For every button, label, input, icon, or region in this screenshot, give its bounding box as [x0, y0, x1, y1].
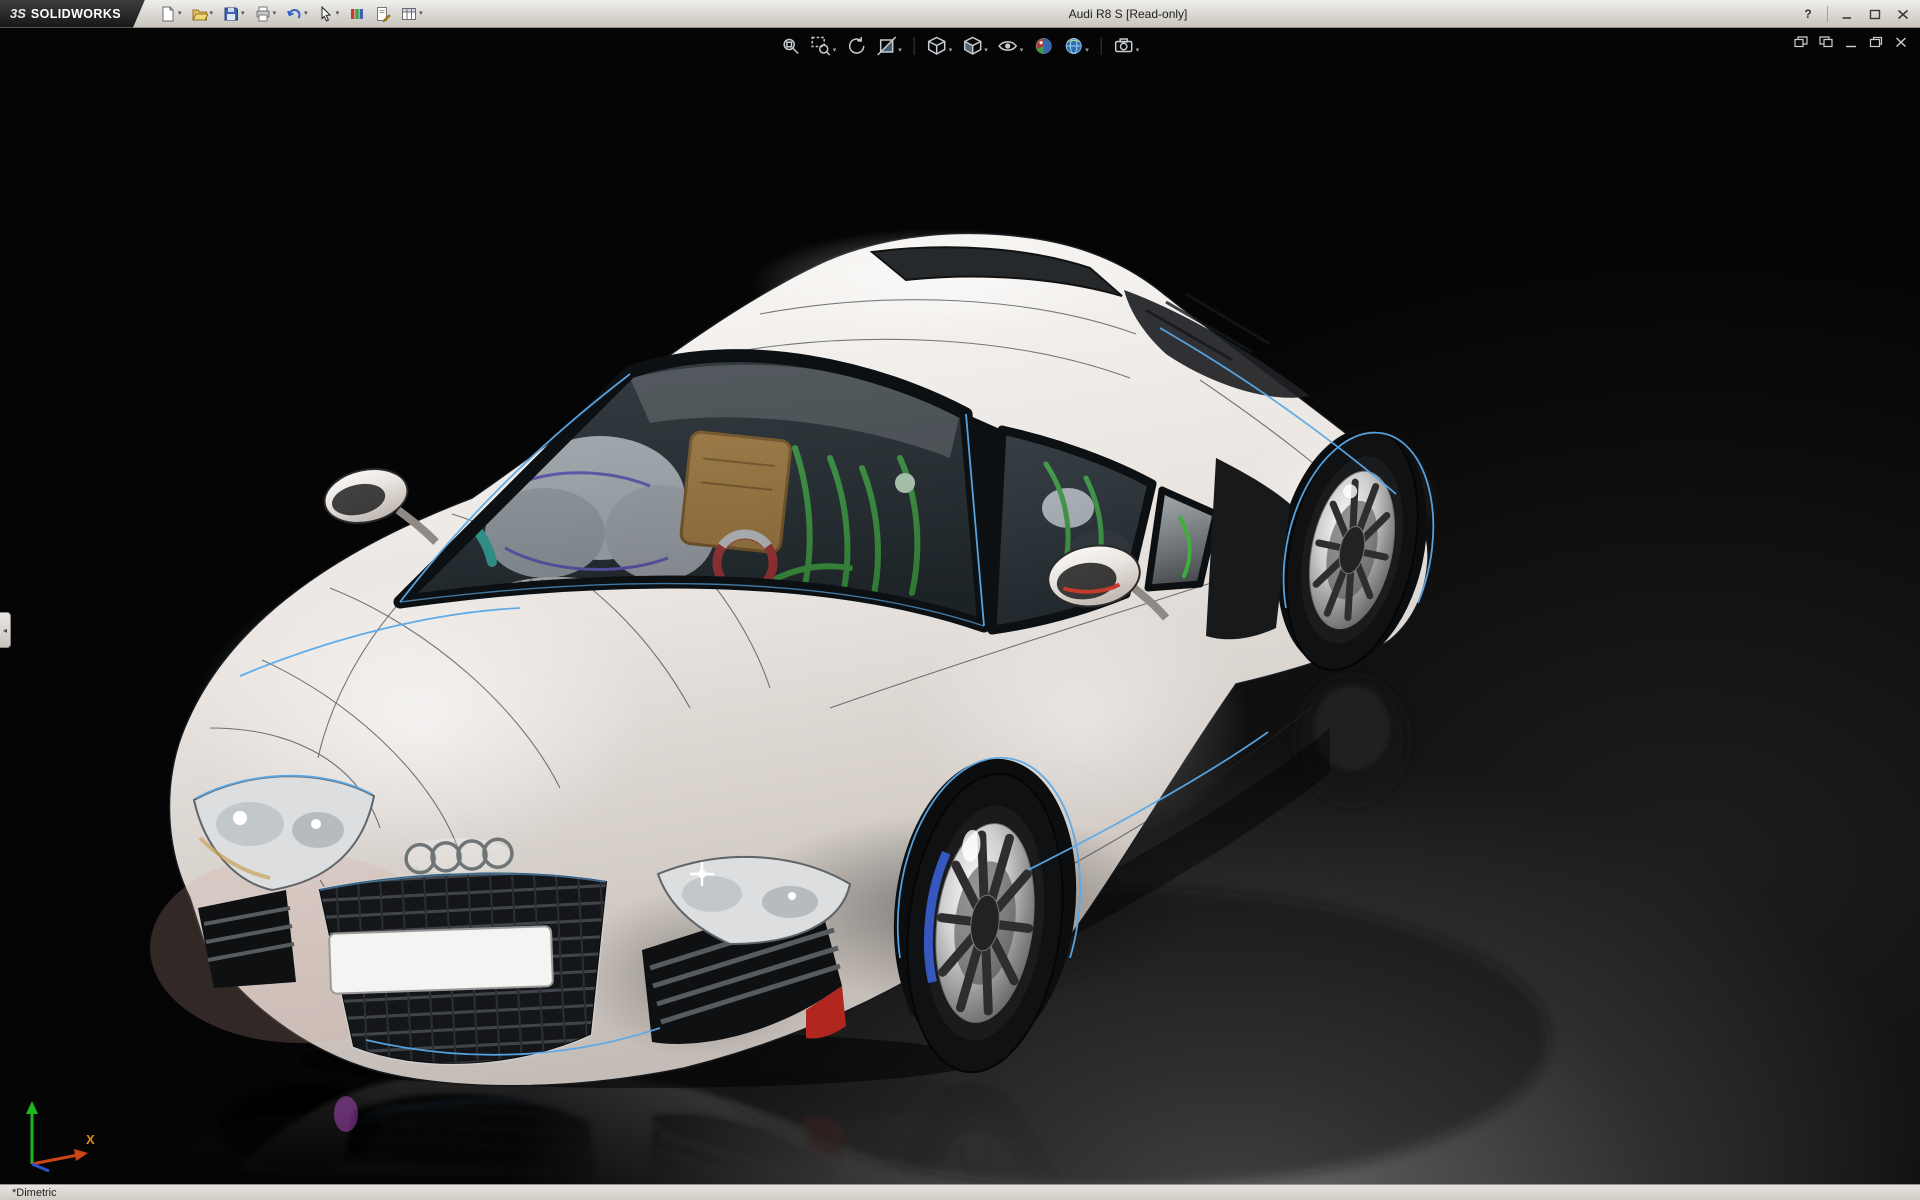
main-toolbar: ▾ ▾ ▾ ▾ ▾ ▾ ▾ — [157, 4, 426, 24]
minimize-document-icon — [1844, 36, 1858, 48]
color-swatches-button[interactable] — [346, 4, 368, 24]
dropdown-caret[interactable]: ▾ — [984, 46, 988, 56]
edit-appearance-button[interactable] — [1032, 35, 1054, 57]
dropdown-caret[interactable]: ▾ — [336, 10, 340, 17]
save-icon — [223, 6, 239, 22]
apply-scene-button[interactable]: ▾ — [1062, 35, 1090, 57]
document-window-controls — [1794, 36, 1908, 48]
next-window-button[interactable] — [1819, 36, 1833, 48]
open-document-button[interactable]: ▾ — [189, 4, 217, 24]
apply-scene-globe-icon — [1063, 36, 1083, 56]
undo-icon — [286, 6, 302, 22]
print-button[interactable]: ▾ — [252, 4, 280, 24]
file-properties-button[interactable] — [372, 4, 394, 24]
view-settings-camera-icon — [1114, 36, 1134, 56]
heads-up-view-toolbar: ▾ ▾ ▾ ▾ ▾ ▾ ▾ — [780, 35, 1141, 57]
featuremanager-flyout-tab[interactable]: ◂ — [0, 612, 11, 648]
maximize-icon — [1869, 9, 1881, 20]
options-button[interactable]: ▾ — [398, 4, 426, 24]
hide-show-eye-icon — [998, 36, 1018, 56]
solidworks-logo: 3S SOLIDWORKS — [0, 0, 145, 28]
select-button[interactable]: ▾ — [315, 4, 343, 24]
save-button[interactable]: ▾ — [220, 4, 248, 24]
dropdown-caret[interactable]: ▾ — [833, 46, 837, 56]
view-orientation-label: *Dimetric — [12, 1187, 57, 1199]
close-document-button[interactable] — [1894, 36, 1908, 48]
dropdown-caret[interactable]: ▾ — [241, 10, 245, 17]
status-bar: *Dimetric — [0, 1184, 1920, 1200]
zoom-to-area-icon — [811, 36, 831, 56]
zoom-to-fit-button[interactable] — [780, 35, 802, 57]
dropdown-caret[interactable]: ▾ — [419, 10, 423, 17]
dropdown-caret[interactable]: ▾ — [304, 10, 308, 17]
brand-prefix: 3S — [10, 6, 26, 21]
toolbar-separator — [914, 37, 915, 55]
dropdown-caret[interactable]: ▾ — [273, 10, 277, 17]
previous-window-icon — [1794, 36, 1808, 48]
close-document-icon — [1894, 36, 1908, 48]
dropdown-caret[interactable]: ▾ — [1085, 46, 1089, 56]
close-button[interactable] — [1894, 5, 1912, 23]
close-icon — [1897, 9, 1909, 20]
previous-view-button[interactable] — [845, 35, 867, 57]
zoom-to-area-button[interactable]: ▾ — [810, 35, 838, 57]
view-orientation-button[interactable]: ▾ — [926, 35, 954, 57]
previous-view-icon — [846, 36, 866, 56]
dropdown-caret[interactable]: ▾ — [898, 46, 902, 56]
document-title: Audi R8 S [Read-only] — [1069, 7, 1188, 21]
restore-document-button[interactable] — [1869, 36, 1883, 48]
next-window-icon — [1819, 36, 1833, 48]
zoom-to-fit-icon — [781, 36, 801, 56]
section-view-button[interactable]: ▾ — [875, 35, 903, 57]
help-button[interactable]: ? — [1799, 5, 1817, 23]
print-icon — [255, 6, 271, 22]
dropdown-caret[interactable]: ▾ — [1020, 46, 1024, 56]
display-style-icon — [962, 36, 982, 56]
select-cursor-icon — [318, 6, 334, 22]
dropdown-caret[interactable]: ▾ — [210, 10, 214, 17]
audi-r8-model-render[interactable] — [0, 28, 1920, 1184]
hide-show-items-button[interactable]: ▾ — [997, 35, 1025, 57]
model-viewport[interactable]: ▾ ▾ ▾ ▾ ▾ ▾ ▾ — [0, 28, 1920, 1184]
reference-triad: X — [16, 1092, 102, 1176]
separator — [1827, 6, 1828, 22]
section-view-icon — [876, 36, 896, 56]
triad-z-axis — [32, 1164, 49, 1171]
maximize-button[interactable] — [1866, 5, 1884, 23]
previous-window-button[interactable] — [1794, 36, 1808, 48]
file-properties-icon — [375, 6, 391, 22]
triad-x-label: X — [86, 1132, 95, 1147]
dropdown-caret[interactable]: ▾ — [1136, 46, 1140, 56]
help-icon: ? — [1804, 7, 1811, 21]
display-style-button[interactable]: ▾ — [961, 35, 989, 57]
new-document-button[interactable]: ▾ — [157, 4, 185, 24]
open-document-icon — [192, 6, 208, 22]
triad-x-axis — [32, 1155, 78, 1164]
undo-button[interactable]: ▾ — [283, 4, 311, 24]
dropdown-caret[interactable]: ▾ — [178, 10, 182, 17]
minimize-document-button[interactable] — [1844, 36, 1858, 48]
window-controls: ? — [1799, 0, 1912, 28]
minimize-button[interactable] — [1838, 5, 1856, 23]
titlebar: 3S SOLIDWORKS ▾ ▾ ▾ ▾ ▾ ▾ — [0, 0, 1920, 28]
view-orientation-cube-icon — [927, 36, 947, 56]
panel-collapse-icon: ◂ — [3, 626, 7, 635]
minimize-icon — [1841, 9, 1853, 20]
view-settings-button[interactable]: ▾ — [1113, 35, 1141, 57]
brand-name: SOLIDWORKS — [31, 7, 121, 21]
new-document-icon — [160, 6, 176, 22]
edit-appearance-sphere-icon — [1033, 36, 1053, 56]
toolbar-separator — [1101, 37, 1102, 55]
color-swatches-icon — [349, 6, 365, 22]
dropdown-caret[interactable]: ▾ — [949, 46, 953, 56]
restore-document-icon — [1869, 36, 1883, 48]
triad-y-axis — [26, 1101, 38, 1114]
options-table-icon — [401, 6, 417, 22]
